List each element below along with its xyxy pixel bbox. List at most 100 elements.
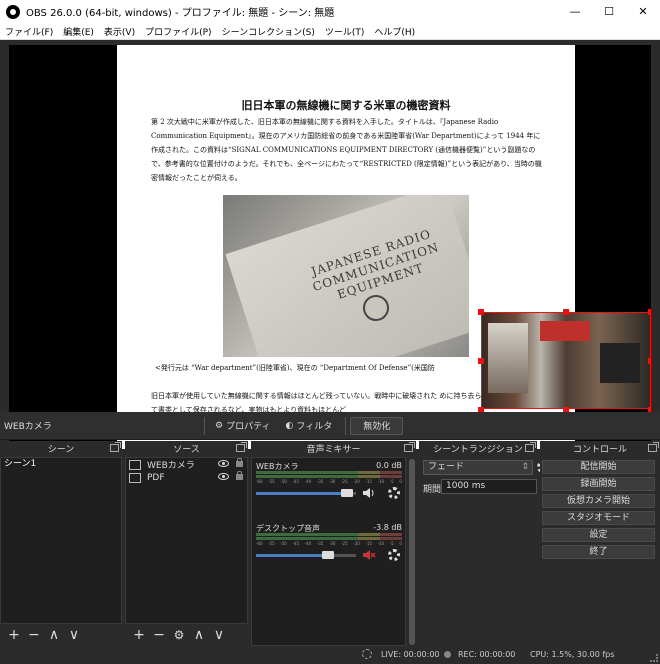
menu-file[interactable]: ファイル(F) <box>0 25 58 38</box>
menu-scene-collection[interactable]: シーンコレクション(S) <box>217 25 320 38</box>
volume-slider-knob[interactable] <box>341 489 353 497</box>
float-dock-icon[interactable] <box>525 442 536 452</box>
move-up-icon[interactable]: ∧ <box>44 626 64 644</box>
sources-title: ソース <box>173 445 200 455</box>
float-dock-icon[interactable] <box>110 442 121 452</box>
webcam-source-frame[interactable] <box>481 312 651 409</box>
sources-dock: ソース WEBカメラ PDF + − ⚙ ∧ ∨ <box>125 441 248 646</box>
resize-handle[interactable] <box>648 358 651 364</box>
add-scene-button[interactable]: + <box>4 626 24 644</box>
source-properties-gear-icon[interactable]: ⚙ <box>169 626 189 644</box>
scene-transitions-dock: シーントランジション フェード ⇕ 期間 1000 ms ▲▼ <box>419 441 549 646</box>
channel-db: -3.8 dB <box>373 523 402 532</box>
sources-dock-title: ソース <box>125 441 248 456</box>
sources-footer: + − ⚙ ∧ ∨ <box>125 624 248 646</box>
muted-speaker-icon[interactable] <box>362 549 376 561</box>
status-bar: LIVE: 00:00:00 REC: 00:00:00 CPU: 1.5%, … <box>0 646 660 664</box>
scenes-dock-title: シーン <box>0 441 122 456</box>
scenes-title: シーン <box>47 445 75 455</box>
meter-scale: -60 -55 -50 -45 -40 -35 -30 -25 -20 -15 -10 -5 0 <box>256 479 402 484</box>
preview-area[interactable]: 旧日本軍の無線機に関する米軍の機密資料 第 2 次大戦中に米軍が作成した、旧日本… <box>0 40 660 449</box>
mixer-title: 音声ミキサー <box>306 445 361 455</box>
seal-icon <box>363 295 389 321</box>
menu-view[interactable]: 表示(V) <box>99 25 140 38</box>
volume-slider[interactable] <box>256 551 356 559</box>
source-name: WEBカメラ <box>147 461 195 471</box>
live-icon <box>362 649 372 659</box>
close-button[interactable]: ✕ <box>626 0 660 23</box>
speaker-icon[interactable] <box>362 487 376 499</box>
add-source-button[interactable]: + <box>129 626 149 644</box>
start-recording-button[interactable]: 録画開始 <box>542 477 655 491</box>
transition-select[interactable]: フェード ⇕ <box>423 460 533 475</box>
duration-field[interactable]: 1000 ms <box>441 479 537 494</box>
lock-icon[interactable] <box>236 471 243 480</box>
source-item[interactable]: WEBカメラ <box>126 458 247 471</box>
move-down-icon[interactable]: ∨ <box>209 626 229 644</box>
move-down-icon[interactable]: ∨ <box>64 626 84 644</box>
gear-icon[interactable] <box>388 487 400 499</box>
studio-mode-button[interactable]: スタジオモード <box>542 511 655 525</box>
resize-grip-icon[interactable] <box>650 654 658 662</box>
maximize-button[interactable]: ☐ <box>592 0 626 23</box>
document-photo: JAPANESE RADIO COMMUNICATION EQUIPMENT <box>223 195 469 357</box>
window-title: OBS 26.0.0 (64-bit, windows) - プロファイル: 無… <box>26 8 335 19</box>
minimize-button[interactable]: — <box>558 0 592 23</box>
scene-list[interactable]: シーン1 <box>0 457 122 624</box>
menu-tools[interactable]: ツール(T) <box>320 25 370 38</box>
visibility-eye-icon[interactable] <box>218 473 229 480</box>
move-up-icon[interactable]: ∧ <box>189 626 209 644</box>
source-name: PDF <box>147 472 165 483</box>
volume-meter <box>256 537 402 540</box>
cpu-status: CPU: 1.5%, 30.00 fps <box>530 650 615 659</box>
transition-selected: フェード <box>428 462 465 472</box>
rec-status: REC: 00:00:00 <box>458 650 516 659</box>
menu-edit[interactable]: 編集(E) <box>58 25 99 38</box>
properties-button[interactable]: ⚙ プロパティ <box>209 417 277 435</box>
mixer-body: WEBカメラ 0.0 dB -60 -55 -50 -45 -40 -35 -30 -25 -2… <box>251 457 406 646</box>
obs-logo-icon <box>6 4 20 19</box>
source-item[interactable]: PDF <box>126 471 247 484</box>
resize-handle[interactable] <box>478 358 484 364</box>
scenes-dock: シーン シーン1 + − ∧ ∨ <box>0 441 122 646</box>
volume-meter <box>256 475 402 478</box>
window-icon <box>129 472 141 483</box>
filters-button[interactable]: ◐ フィルタ <box>280 417 339 435</box>
mixer-dock-title: 音声ミキサー <box>251 441 416 456</box>
mixer-scrollbar[interactable] <box>408 457 416 646</box>
source-list[interactable]: WEBカメラ PDF <box>125 457 248 624</box>
preview-canvas[interactable]: 旧日本軍の無線機に関する米軍の機密資料 第 2 次大戦中に米軍が作成した、旧日本… <box>9 45 651 449</box>
float-dock-icon[interactable] <box>236 442 247 452</box>
resize-handle[interactable] <box>648 309 651 315</box>
exit-button[interactable]: 終了 <box>542 545 655 559</box>
document-caption: <発行元は “War department”(旧陸軍省)、現在の “Depart… <box>155 364 435 372</box>
remove-scene-button[interactable]: − <box>24 626 44 644</box>
visibility-eye-icon[interactable] <box>218 460 229 467</box>
menu-profile[interactable]: プロファイル(P) <box>140 25 216 38</box>
audio-mixer-dock: 音声ミキサー WEBカメラ 0.0 dB -60 -55 -50 -45 -40 -35-… <box>251 441 416 646</box>
volume-slider-knob[interactable] <box>322 551 334 559</box>
transitions-title: シーントランジション <box>433 445 523 455</box>
transitions-dock-title: シーントランジション <box>419 441 537 456</box>
remove-source-button[interactable]: − <box>149 626 169 644</box>
gear-icon[interactable] <box>388 549 400 561</box>
settings-button[interactable]: 設定 <box>542 528 655 542</box>
volume-meter <box>256 533 402 536</box>
volume-meter <box>256 471 402 474</box>
source-toolbar: WEBカメラ ⚙ プロパティ ◐ フィルタ 無効化 <box>0 412 660 440</box>
filter-icon: ◐ <box>285 420 294 431</box>
controls-title: コントロール <box>572 445 627 455</box>
divider <box>204 416 205 435</box>
start-virtual-camera-button[interactable]: 仮想カメラ開始 <box>542 494 655 508</box>
scene-item[interactable]: シーン1 <box>1 458 121 470</box>
resize-handle[interactable] <box>478 309 484 315</box>
resize-handle[interactable] <box>563 309 569 315</box>
current-source-label: WEBカメラ <box>4 422 52 432</box>
volume-slider[interactable] <box>256 489 356 497</box>
float-dock-icon[interactable] <box>404 442 415 452</box>
deactivate-button[interactable]: 無効化 <box>350 416 404 435</box>
lock-icon[interactable] <box>236 458 243 467</box>
start-streaming-button[interactable]: 配信開始 <box>542 460 655 474</box>
menu-help[interactable]: ヘルプ(H) <box>369 25 420 38</box>
float-dock-icon[interactable] <box>648 442 659 452</box>
